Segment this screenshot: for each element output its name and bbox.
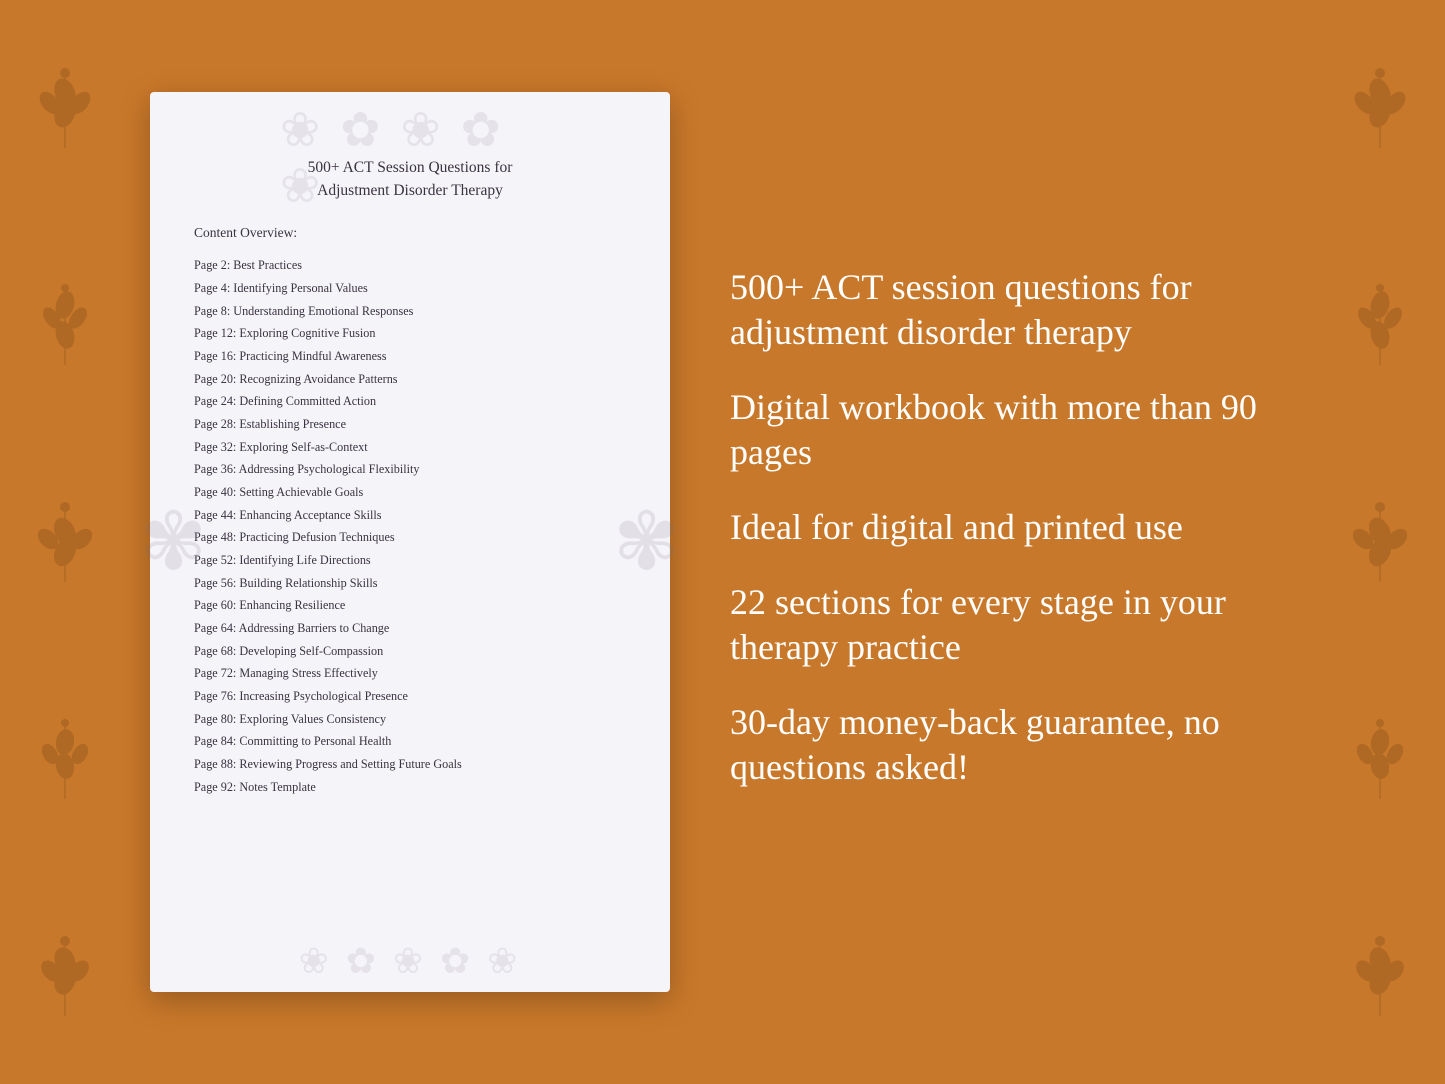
feature-item-0: 500+ ACT session questions for adjustmen… — [730, 265, 1275, 355]
feature-item-4: 30-day money-back guarantee, no question… — [730, 700, 1275, 790]
toc-item: Page 16: Practicing Mindful Awareness — [194, 345, 626, 368]
toc-item: Page 76: Increasing Psychological Presen… — [194, 685, 626, 708]
toc-item: Page 20: Recognizing Avoidance Patterns — [194, 368, 626, 391]
doc-top-decoration: ❀ ✿ ❀ ✿ ❀ — [280, 102, 540, 214]
doc-bottom-decoration: ❀ ✿ ❀ ✿ ❀ — [299, 940, 522, 982]
feature-text: 22 sections for every stage in your ther… — [730, 580, 1275, 670]
toc-item: Page 64: Addressing Barriers to Change — [194, 617, 626, 640]
toc-item: Page 28: Establishing Presence — [194, 413, 626, 436]
doc-right-ornament: ✾ — [613, 495, 680, 589]
toc-item: Page 8: Understanding Emotional Response… — [194, 300, 626, 323]
toc-item: Page 60: Enhancing Resilience — [194, 595, 626, 618]
toc-item: Page 32: Exploring Self-as-Context — [194, 436, 626, 459]
feature-text: Ideal for digital and printed use — [730, 505, 1275, 550]
doc-left-ornament: ✾ — [140, 495, 207, 589]
toc-item: Page 72: Managing Stress Effectively — [194, 663, 626, 686]
toc-item: Page 36: Addressing Psychological Flexib… — [194, 459, 626, 482]
feature-item-3: 22 sections for every stage in your ther… — [730, 580, 1275, 670]
document-preview: ❀ ✿ ❀ ✿ ❀ ✾ ✾ 500+ ACT Session Questions… — [150, 92, 670, 992]
feature-text: 500+ ACT session questions for adjustmen… — [730, 265, 1275, 355]
right-panel: 500+ ACT session questions for adjustmen… — [730, 265, 1295, 820]
content-overview-label: Content Overview: — [194, 225, 626, 241]
floral-border-left — [0, 0, 130, 1084]
toc-item: Page 92: Notes Template — [194, 776, 626, 799]
feature-text: 30-day money-back guarantee, no question… — [730, 700, 1275, 790]
feature-item-2: Ideal for digital and printed use — [730, 505, 1275, 550]
main-content: ❀ ✿ ❀ ✿ ❀ ✾ ✾ 500+ ACT Session Questions… — [0, 0, 1445, 1084]
feature-text: Digital workbook with more than 90 pages — [730, 385, 1275, 475]
toc-item: Page 56: Building Relationship Skills — [194, 572, 626, 595]
toc-item: Page 44: Enhancing Acceptance Skills — [194, 504, 626, 527]
feature-item-1: Digital workbook with more than 90 pages — [730, 385, 1275, 475]
toc-item: Page 88: Reviewing Progress and Setting … — [194, 753, 626, 776]
table-of-contents: Page 2: Best PracticesPage 4: Identifyin… — [194, 255, 626, 799]
toc-item: Page 68: Developing Self-Compassion — [194, 640, 626, 663]
toc-item: Page 52: Identifying Life Directions — [194, 549, 626, 572]
toc-item: Page 2: Best Practices — [194, 255, 626, 278]
toc-item: Page 4: Identifying Personal Values — [194, 277, 626, 300]
toc-item: Page 48: Practicing Defusion Techniques — [194, 527, 626, 550]
toc-item: Page 24: Defining Committed Action — [194, 391, 626, 414]
toc-item: Page 40: Setting Achievable Goals — [194, 481, 626, 504]
toc-item: Page 12: Exploring Cognitive Fusion — [194, 323, 626, 346]
toc-item: Page 84: Committing to Personal Health — [194, 731, 626, 754]
toc-item: Page 80: Exploring Values Consistency — [194, 708, 626, 731]
floral-border-right — [1315, 0, 1445, 1084]
